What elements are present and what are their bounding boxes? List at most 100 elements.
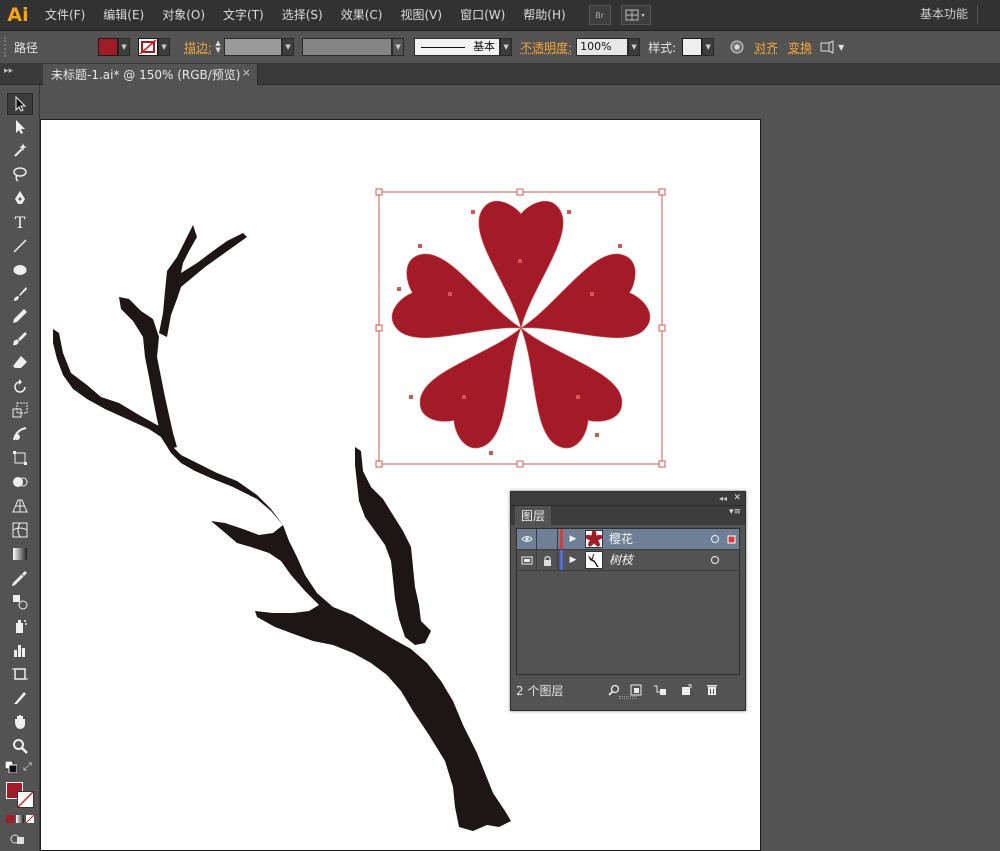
expand-layer-icon[interactable]: ▶ — [567, 550, 579, 570]
direct-selection-tool-icon[interactable] — [7, 116, 33, 138]
pen-tool-icon[interactable] — [7, 187, 33, 209]
none-mode-icon[interactable] — [26, 815, 34, 823]
target-icon[interactable] — [709, 550, 721, 570]
toolbar-collapse-icon[interactable]: ▸▸ — [4, 66, 13, 76]
swap-colors-icon[interactable]: ⤢ — [23, 760, 35, 773]
workspace-switcher[interactable]: 基本功能 — [920, 0, 968, 28]
create-sublayer-icon[interactable] — [653, 683, 667, 697]
menu-file[interactable]: 文件(F) — [36, 0, 94, 31]
lock-toggle[interactable] — [538, 550, 558, 570]
layer-row-branch[interactable]: ▶ 树枝 — [517, 550, 739, 571]
fill-dropdown[interactable]: ▼ — [118, 38, 131, 56]
blob-brush-tool-icon[interactable] — [7, 328, 33, 350]
color-mode-icon[interactable] — [6, 815, 14, 823]
graphic-style-swatch[interactable] — [682, 38, 703, 56]
variable-width-profile[interactable] — [302, 38, 393, 56]
isolate-selected-button[interactable] — [818, 38, 836, 56]
blend-tool-icon[interactable] — [7, 591, 33, 613]
type-tool-icon[interactable]: T — [7, 211, 33, 233]
shape-builder-tool-icon[interactable] — [7, 471, 33, 493]
bridge-button[interactable]: Br — [588, 5, 611, 25]
layer-name[interactable]: 树枝 — [609, 550, 633, 570]
symbol-sprayer-tool-icon[interactable] — [7, 615, 33, 637]
line-segment-tool-icon[interactable] — [7, 235, 33, 257]
locate-object-icon[interactable] — [607, 683, 621, 697]
slice-tool-icon[interactable] — [7, 687, 33, 709]
hand-tool-icon[interactable] — [7, 711, 33, 733]
layers-panel-titlebar[interactable]: ◂◂ ✕ — [511, 492, 745, 506]
graphic-style-dropdown[interactable]: ▼ — [702, 38, 715, 56]
panel-resize-grip[interactable] — [619, 696, 637, 699]
draw-mode-icon[interactable] — [9, 833, 27, 845]
lasso-tool-icon[interactable] — [7, 163, 33, 185]
column-graph-tool-icon[interactable] — [7, 639, 33, 661]
control-bar-grip[interactable] — [4, 37, 8, 57]
brush-definition-dropdown[interactable]: ▼ — [500, 38, 513, 56]
collapse-panel-icon[interactable]: ◂◂ — [719, 492, 727, 505]
brush-definition-value: 基本 — [473, 40, 496, 53]
eyedropper-tool-icon[interactable] — [7, 567, 33, 589]
cherry-blossom-artwork[interactable] — [387, 200, 654, 455]
stroke-weight-input[interactable] — [224, 38, 283, 56]
menu-object[interactable]: 对象(O) — [153, 0, 214, 31]
stroke-color-box[interactable] — [17, 791, 34, 808]
paintbrush-tool-icon[interactable] — [7, 283, 33, 305]
close-panel-icon[interactable]: ✕ — [733, 492, 741, 505]
create-new-layer-icon[interactable] — [679, 683, 693, 697]
menu-type[interactable]: 文字(T) — [214, 0, 273, 31]
stroke-weight-stepper[interactable]: ▲ ▼ — [212, 38, 224, 56]
stroke-weight-dropdown[interactable]: ▼ — [282, 38, 295, 56]
pencil-tool-icon[interactable] — [7, 305, 33, 327]
fill-color-swatch[interactable] — [98, 38, 119, 56]
tab-layers[interactable]: 图层 — [515, 506, 552, 526]
menu-effect[interactable]: 效果(C) — [332, 0, 392, 31]
delete-layer-icon[interactable] — [705, 683, 719, 697]
lock-toggle[interactable] — [538, 529, 558, 549]
eraser-tool-icon[interactable] — [7, 351, 33, 373]
menu-help[interactable]: 帮助(H) — [514, 0, 574, 31]
panel-menu-icon[interactable]: ▾≡ — [729, 507, 741, 517]
opacity-label[interactable]: 不透明度: — [520, 39, 572, 56]
close-tab-icon[interactable]: × — [242, 66, 251, 79]
visibility-toggle[interactable] — [517, 550, 537, 570]
menu-view[interactable]: 视图(V) — [391, 0, 451, 31]
warp-tool-icon[interactable] — [7, 423, 33, 445]
selection-indicator[interactable] — [725, 529, 737, 549]
menu-window[interactable]: 窗口(W) — [451, 0, 514, 31]
recolor-artwork-button[interactable] — [728, 38, 746, 56]
artboard-tool-icon[interactable] — [7, 663, 33, 685]
selection-tool-icon[interactable] — [7, 93, 33, 115]
variable-width-dropdown[interactable]: ▼ — [392, 38, 405, 56]
rotate-tool-icon[interactable] — [7, 376, 33, 398]
arrange-documents-button[interactable] — [620, 5, 651, 25]
layer-row-cherry-blossom[interactable]: ▶ 樱花 — [517, 529, 739, 550]
opacity-input[interactable]: 100% — [576, 38, 629, 56]
visibility-toggle[interactable] — [517, 529, 537, 549]
stroke-color-swatch[interactable] — [138, 38, 159, 56]
brush-definition-field[interactable]: 基本 — [414, 38, 501, 56]
menu-edit[interactable]: 编辑(E) — [94, 0, 153, 31]
make-clipping-mask-icon[interactable] — [629, 683, 643, 697]
control-bar-menu-icon[interactable]: ▼ — [836, 38, 846, 56]
layer-name[interactable]: 樱花 — [609, 529, 633, 549]
mesh-tool-icon[interactable] — [7, 519, 33, 541]
zoom-tool-icon[interactable] — [7, 735, 33, 757]
perspective-grid-tool-icon[interactable] — [7, 495, 33, 517]
ellipse-tool-icon[interactable] — [7, 259, 33, 281]
artboard[interactable] — [40, 119, 761, 851]
stroke-dropdown[interactable]: ▼ — [158, 38, 171, 56]
expand-layer-icon[interactable]: ▶ — [567, 529, 579, 549]
default-colors-icon[interactable] — [4, 760, 18, 774]
scale-tool-icon[interactable] — [7, 399, 33, 421]
document-tab[interactable]: 未标题-1.ai* @ 150% (RGB/预览) × — [43, 64, 258, 85]
menu-select[interactable]: 选择(S) — [273, 0, 332, 31]
gradient-mode-icon[interactable] — [16, 815, 24, 823]
transform-button[interactable]: 变换 — [788, 39, 812, 56]
free-transform-tool-icon[interactable] — [7, 447, 33, 469]
target-icon[interactable] — [709, 529, 721, 549]
gradient-tool-icon[interactable] — [7, 543, 33, 565]
align-button[interactable]: 对齐 — [754, 39, 778, 56]
opacity-dropdown[interactable]: ▼ — [628, 38, 641, 56]
stroke-weight-label[interactable]: 描边: — [184, 39, 212, 56]
magic-wand-tool-icon[interactable] — [7, 139, 33, 161]
